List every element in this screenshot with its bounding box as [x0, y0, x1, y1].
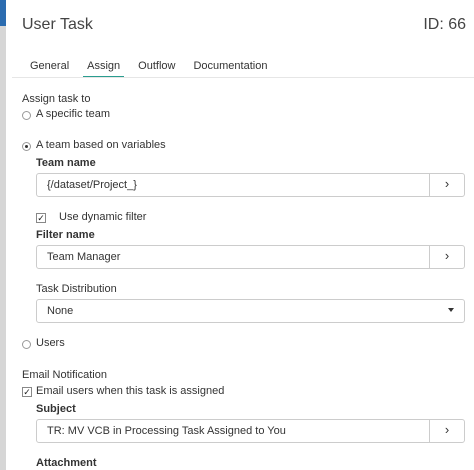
- email-section-label: Email Notification: [22, 369, 107, 381]
- radio-users[interactable]: [22, 340, 31, 349]
- task-distribution-select[interactable]: None: [36, 299, 465, 323]
- radio-specific-team-label: A specific team: [36, 108, 110, 120]
- chevron-right-icon[interactable]: ›: [429, 174, 464, 196]
- panel-header: User Task ID: 66: [22, 16, 466, 38]
- caret-down-icon: [448, 308, 454, 312]
- properties-panel: User Task ID: 66 General Assign Outflow …: [6, 0, 474, 470]
- team-name-value: {/dataset/Project_}: [47, 179, 137, 191]
- tab-divider: [12, 77, 474, 78]
- dynamic-filter-label: Use dynamic filter: [59, 211, 147, 223]
- chevron-right-icon[interactable]: ›: [429, 246, 464, 268]
- radio-team-variables[interactable]: [22, 142, 31, 151]
- email-users-label: Email users when this task is assigned: [36, 385, 225, 397]
- email-users-checkbox[interactable]: ✓: [22, 387, 32, 397]
- task-distribution-value: None: [47, 305, 74, 317]
- task-distribution-label: Task Distribution: [36, 283, 117, 295]
- subject-label: Subject: [36, 403, 76, 415]
- assign-section-label: Assign task to: [22, 93, 91, 105]
- subject-value: TR: MV VCB in Processing Task Assigned t…: [47, 425, 286, 437]
- filter-name-label: Filter name: [36, 229, 95, 241]
- attachment-label: Attachment: [36, 457, 97, 469]
- subject-field[interactable]: TR: MV VCB in Processing Task Assigned t…: [36, 419, 465, 443]
- dynamic-filter-checkbox[interactable]: ✓: [36, 213, 46, 223]
- tab-documentation[interactable]: Documentation: [193, 59, 267, 78]
- team-name-field[interactable]: {/dataset/Project_} ›: [36, 173, 465, 197]
- radio-users-label: Users: [36, 337, 65, 349]
- tab-general[interactable]: General: [30, 59, 69, 78]
- tab-outflow[interactable]: Outflow: [138, 59, 175, 78]
- radio-specific-team[interactable]: [22, 111, 31, 120]
- filter-name-field[interactable]: Team Manager ›: [36, 245, 465, 269]
- radio-team-variables-label: A team based on variables: [36, 139, 166, 151]
- chevron-right-icon[interactable]: ›: [429, 420, 464, 442]
- team-name-label: Team name: [36, 157, 96, 169]
- filter-name-value: Team Manager: [47, 251, 121, 263]
- task-id-label: ID: 66: [423, 16, 466, 33]
- panel-title: User Task: [22, 16, 93, 33]
- tab-bar: General Assign Outflow Documentation: [30, 59, 285, 79]
- tab-assign[interactable]: Assign: [83, 59, 125, 78]
